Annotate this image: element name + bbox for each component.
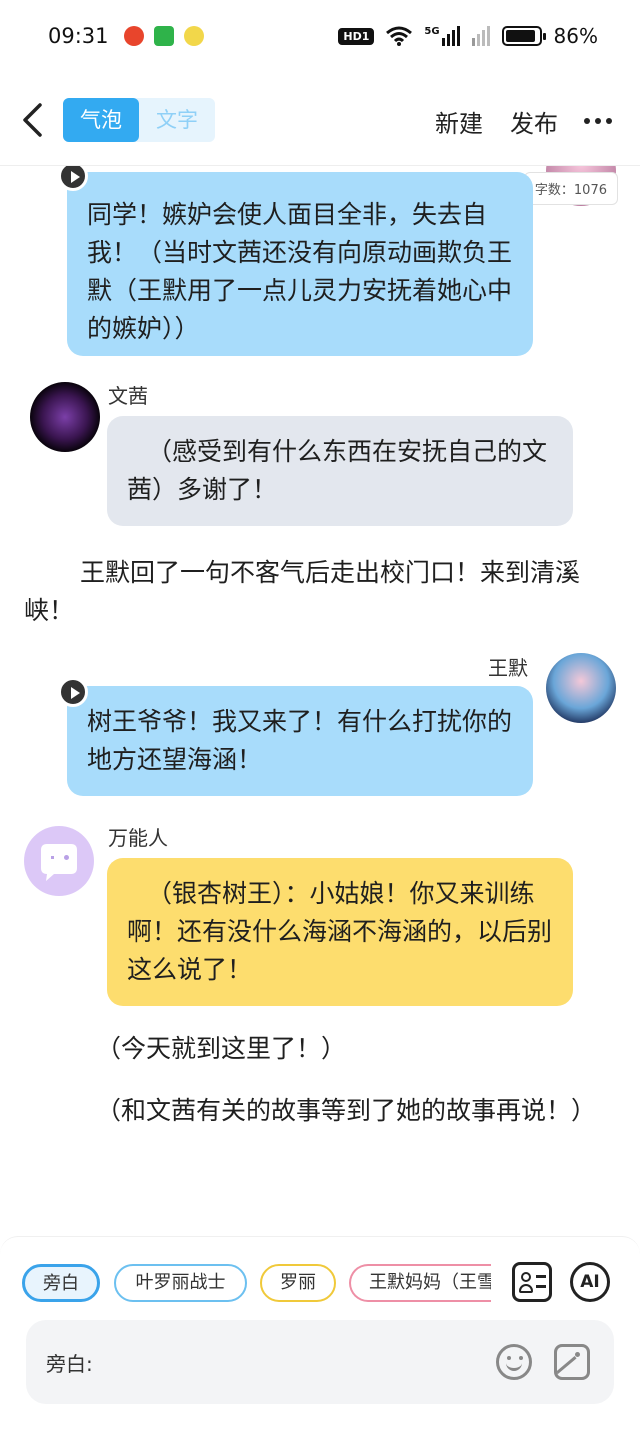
message-bubble[interactable]: （银杏树王）：小姑娘！你又来训练啊！还有没什么海涵不海涵的，以后别这么说了！ xyxy=(107,858,573,1006)
chat-app-icon xyxy=(184,26,204,46)
bottom-panel: 旁白 叶罗丽战士 罗丽 王默妈妈（王雪 AI 旁白: xyxy=(0,1236,640,1429)
chat-bubble-icon xyxy=(41,844,77,881)
speaker-name: 王默 xyxy=(488,656,528,680)
video-app-icon xyxy=(154,26,174,46)
status-app-icons xyxy=(124,26,204,46)
ai-button[interactable]: AI xyxy=(570,1262,610,1302)
app-notification-icon xyxy=(124,26,144,46)
tab-bubble[interactable]: 气泡 xyxy=(63,98,139,142)
character-chip-narrator[interactable]: 旁白 xyxy=(22,1264,100,1302)
narration-content: （今天就到这里了！） xyxy=(96,1034,347,1063)
emoji-icon[interactable] xyxy=(496,1344,532,1380)
tab-text[interactable]: 文字 xyxy=(139,98,215,142)
image-icon[interactable] xyxy=(554,1344,590,1380)
avatar[interactable] xyxy=(24,826,94,896)
narration-text: 王默回了一句不客气后走出校门口！来到清溪峡！ xyxy=(24,554,604,630)
message-bubble[interactable]: 树王爷爷！我又来了！有什么打扰你的地方还望海涵！ xyxy=(67,686,533,796)
avatar[interactable] xyxy=(30,382,100,452)
narration-content: （和文茜有关的故事等到了她的故事再说！） xyxy=(96,1096,597,1125)
status-bar: 09:31 HD1 5G 86% xyxy=(0,0,640,74)
status-right: HD1 5G 86% xyxy=(338,24,598,48)
mode-switch: 气泡 文字 xyxy=(63,98,215,142)
status-time: 09:31 xyxy=(48,24,109,48)
signal-5g-icon: 5G xyxy=(424,26,460,46)
back-icon[interactable] xyxy=(20,102,46,138)
publish-button[interactable]: 发布 xyxy=(510,104,558,139)
chat-area[interactable]: 字数：1076 同学！嫉妒会使人面目全非，失去自我！（当时文茜还没有向原动画欺负… xyxy=(0,166,640,1236)
new-button[interactable]: 新建 xyxy=(435,104,483,139)
character-chip[interactable]: 王默妈妈（王雪 xyxy=(349,1264,491,1302)
more-icon[interactable] xyxy=(584,118,612,124)
message-text: 同学！嫉妒会使人面目全非，失去自我！（当时文茜还没有向原动画欺负王默（王默用了一… xyxy=(87,200,513,343)
battery-icon xyxy=(501,26,546,46)
wifi-icon xyxy=(386,26,413,46)
narration-text: （今天就到这里了！） xyxy=(24,1030,604,1068)
character-chip[interactable]: 罗丽 xyxy=(260,1264,336,1302)
speaker-name: 万能人 xyxy=(108,826,168,850)
message-bubble[interactable]: 同学！嫉妒会使人面目全非，失去自我！（当时文茜还没有向原动画欺负王默（王默用了一… xyxy=(67,172,533,356)
message-bubble[interactable]: （感受到有什么东西在安抚自己的文茜）多谢了！ xyxy=(107,416,573,526)
character-chip[interactable]: 叶罗丽战士 xyxy=(114,1264,247,1302)
avatar[interactable] xyxy=(546,653,616,723)
message-text: （银杏树王）：小姑娘！你又来训练啊！还有没什么海涵不海涵的，以后别这么说了！ xyxy=(127,879,553,984)
word-count-badge: 字数：1076 xyxy=(523,172,618,205)
narration-text: （和文茜有关的故事等到了她的故事再说！） xyxy=(24,1092,604,1130)
narration-content: 王默回了一句不客气后走出校门口！来到清溪峡！ xyxy=(24,558,581,625)
message-input-box[interactable]: 旁白: xyxy=(26,1320,614,1404)
message-text: （感受到有什么东西在安抚自己的文茜）多谢了！ xyxy=(127,437,548,504)
battery-percent: 86% xyxy=(553,24,598,48)
speaker-name: 文茜 xyxy=(108,384,148,408)
character-list-icon[interactable] xyxy=(512,1262,552,1302)
signal-5g-label: 5G xyxy=(424,26,440,37)
play-icon[interactable] xyxy=(58,677,88,707)
hd-icon: HD1 xyxy=(338,27,375,45)
message-input[interactable] xyxy=(106,1342,486,1382)
header: 气泡 文字 新建 发布 xyxy=(0,74,640,166)
message-text: 树王爷爷！我又来了！有什么打扰你的地方还望海涵！ xyxy=(87,707,513,774)
input-speaker-label: 旁白: xyxy=(46,1352,93,1376)
signal-empty-icon xyxy=(471,26,490,46)
